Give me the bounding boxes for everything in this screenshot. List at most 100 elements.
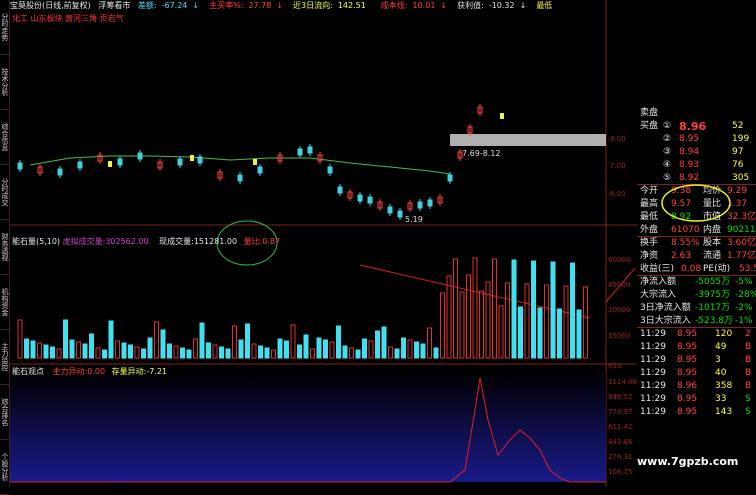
volume-bar: [349, 347, 354, 359]
tick-row: 11:29 8.95 40 B: [637, 367, 756, 380]
volume-bar: [407, 339, 413, 359]
volume-bar: [76, 341, 81, 359]
volume-bar: [277, 338, 283, 359]
flow-amount: -1017万: [695, 303, 731, 313]
low-price-label: 5.19: [405, 215, 423, 224]
volume-bar: [43, 344, 49, 359]
volume-bar: [30, 340, 36, 359]
indicator-title: 能石观点: [12, 367, 44, 376]
stat-value: 8.55%: [671, 238, 700, 248]
indicator-axis-label: 778.97: [608, 408, 633, 416]
buy-level: ②: [663, 134, 672, 144]
tick-time: 11:29: [640, 381, 666, 391]
stat-value: 2.63: [671, 251, 692, 261]
flow-label: 大宗流入: [640, 290, 677, 300]
indicator-gradient: [10, 372, 606, 482]
ma-line: [29, 155, 451, 175]
candle-body: [427, 199, 433, 207]
candle-body: [57, 168, 63, 176]
side-tab-4[interactable]: 财务透视: [0, 220, 9, 275]
volume-bar: [271, 349, 276, 359]
buy-price: 8.93: [679, 160, 700, 170]
stock-change-value: -7.21: [146, 367, 168, 376]
side-tab-6[interactable]: 主力监控: [0, 330, 9, 385]
tick-price: 8.95: [677, 355, 698, 365]
indicator-axis-label: 443.86: [608, 438, 633, 446]
volume-bar: [518, 306, 523, 359]
tick-side: B: [745, 342, 752, 352]
buy-level: ①: [663, 121, 672, 131]
stat-row: 净资 2.63 流通 1.77亿: [637, 250, 756, 263]
tick-row: 11:29 8.95 3 B: [637, 354, 756, 367]
volume-bar: [219, 346, 224, 359]
volume-bar: [342, 345, 348, 359]
side-tab-0[interactable]: 分时走势: [0, 0, 9, 55]
side-tab-7[interactable]: 综合排名: [0, 385, 9, 440]
volume-bar: [284, 340, 289, 359]
volume-bar: [381, 326, 387, 359]
candle-body: [137, 152, 143, 160]
volume-bar: [63, 319, 68, 359]
indicator-axis-label: 108.75: [608, 468, 633, 476]
volume-axis-label: 45000: [608, 281, 630, 289]
volume-bar: [440, 292, 445, 359]
candle-body: [337, 186, 343, 194]
tick-row: 11:29 8.95 120 2: [637, 328, 756, 341]
volume-bar: [225, 348, 231, 359]
buy-row: 买盘 ① 8.96 52: [637, 120, 756, 133]
side-tab-1[interactable]: 技术分析: [0, 55, 9, 110]
price-axis-label: 6.00: [610, 190, 626, 198]
stat-label: 最高: [640, 199, 659, 209]
side-tab-3[interactable]: 分时成交: [0, 165, 9, 220]
volume-bar: [186, 349, 192, 359]
flow-label: 3日净流入额: [640, 303, 691, 313]
volume-bar: [511, 259, 517, 359]
indicator-axis-label: 276.31: [608, 453, 633, 461]
vol-ratio-circle: [661, 184, 731, 222]
candle-body: [17, 162, 23, 170]
side-tab-2[interactable]: 综合信息: [0, 110, 9, 165]
tick-price: 8.95: [677, 342, 698, 352]
volume-bar: [108, 320, 114, 359]
side-tab-5[interactable]: 机构资金: [0, 275, 9, 330]
volume-bar: [420, 343, 426, 359]
candle-body: [307, 146, 313, 154]
indicator-axis-label: 1114.08: [608, 378, 637, 386]
volume-bar: [537, 307, 543, 359]
volume-bar: [414, 341, 419, 359]
candle-body: [397, 210, 403, 218]
tick-row: 11:29 8.95 33 S: [637, 393, 756, 406]
tick-volume: 49: [715, 342, 727, 352]
volume-bar: [160, 329, 166, 359]
virtual-vol-value: 302562.00: [105, 237, 149, 246]
tick-time: 11:29: [640, 355, 666, 365]
tick-time: 11:29: [640, 329, 666, 339]
volume-bar: [193, 338, 198, 359]
tick-volume: 120: [715, 329, 733, 339]
volume-bar: [479, 290, 484, 359]
candle-body: [447, 174, 453, 182]
volume-bar: [154, 321, 159, 359]
volume-bar: [563, 285, 569, 359]
volume-bar: [89, 333, 94, 359]
volume-bar: [173, 345, 179, 359]
candle-body: [257, 166, 263, 174]
volume-bar: [95, 347, 101, 359]
indicator-header: 能石观点 主力异动:0.00 存量异动:-7.21: [12, 366, 167, 377]
buy-level: ③: [663, 147, 672, 157]
volume-bar: [394, 348, 400, 359]
main-force-value: 0.00: [87, 367, 106, 376]
volume-bar: [115, 340, 120, 359]
flow-amount: -5055万: [695, 277, 731, 287]
volume-bar: [401, 337, 406, 359]
buy-row: ④ 8.93 76: [637, 159, 756, 172]
indicator-axis-label: 611.42: [608, 423, 633, 431]
volume-bar: [524, 283, 530, 359]
current-vol-label: 现成交量:: [159, 237, 194, 246]
tick-time: 11:29: [640, 342, 666, 352]
candle-body-yellow: [108, 161, 112, 167]
tick-row: 11:29 8.96 358 B: [637, 380, 756, 393]
buy-volume: 97: [732, 147, 744, 157]
volume-bar: [102, 349, 107, 359]
price-axis-label: 7.00: [610, 162, 626, 170]
